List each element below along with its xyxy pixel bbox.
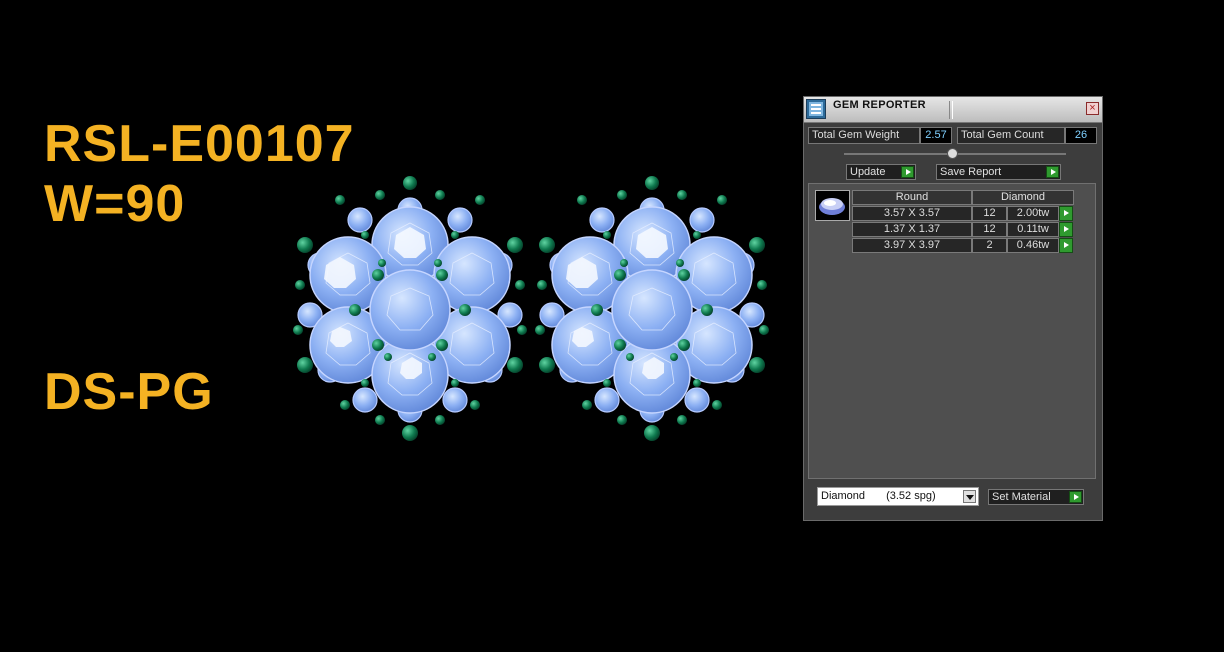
play-icon[interactable] <box>1059 206 1073 221</box>
play-icon[interactable] <box>1059 222 1073 237</box>
play-icon <box>1069 491 1082 503</box>
save-report-button[interactable]: Save Report <box>936 164 1061 180</box>
gem-count-cell: 12 <box>972 222 1007 237</box>
report-area: Round Diamond 3.57 X 3.57 12 2.00tw 1.37… <box>808 183 1096 479</box>
gem-size-cell: 3.57 X 3.57 <box>852 206 972 221</box>
panel-title: GEM REPORTER <box>833 99 926 111</box>
gem-weight-cell: 0.11tw <box>1007 222 1059 237</box>
gem-weight-cell: 0.46tw <box>1007 238 1059 253</box>
gem-size-cell: 1.37 X 1.37 <box>852 222 972 237</box>
3d-viewport[interactable] <box>290 170 790 450</box>
gem-size-cell: 3.97 X 3.97 <box>852 238 972 253</box>
design-type-label: DS-PG <box>44 363 214 421</box>
material-spg: (3.52 spg) <box>886 490 936 502</box>
column-header-material: Diamond <box>972 190 1074 205</box>
update-button[interactable]: Update <box>846 164 916 180</box>
total-gem-count-value: 26 <box>1065 127 1097 144</box>
play-icon <box>1046 166 1059 178</box>
total-gem-weight-label: Total Gem Weight <box>808 127 920 144</box>
splitter-handle[interactable] <box>947 148 958 159</box>
design-code-label: RSL-E00107 <box>44 115 355 173</box>
left-earring <box>292 175 528 442</box>
panel-titlebar[interactable]: GEM REPORTER × <box>804 97 1102 123</box>
set-material-button[interactable]: Set Material <box>988 489 1084 505</box>
column-header-shape: Round <box>852 190 972 205</box>
close-icon[interactable]: × <box>1086 102 1099 115</box>
gem-weight-cell: 2.00tw <box>1007 206 1059 221</box>
gem-thumbnail <box>815 190 850 221</box>
total-gem-count-label: Total Gem Count <box>957 127 1065 144</box>
play-icon[interactable] <box>1059 238 1073 253</box>
chevron-down-icon[interactable] <box>963 490 976 503</box>
set-material-label: Set Material <box>992 491 1051 503</box>
weight-label: W=90 <box>44 175 186 233</box>
gem-count-cell: 2 <box>972 238 1007 253</box>
total-gem-weight-value: 2.57 <box>920 127 952 144</box>
material-select[interactable]: Diamond (3.52 spg) <box>817 487 979 506</box>
gem-count-cell: 12 <box>972 206 1007 221</box>
save-report-button-label: Save Report <box>940 166 1002 178</box>
right-earring <box>534 175 770 442</box>
play-icon <box>901 166 914 178</box>
material-name: Diamond <box>821 490 866 502</box>
earring-render <box>292 175 770 442</box>
gem-reporter-icon <box>806 99 826 119</box>
gem-reporter-panel: GEM REPORTER × Total Gem Weight 2.57 Tot… <box>803 96 1103 521</box>
update-button-label: Update <box>850 166 886 178</box>
title-separator <box>949 101 953 119</box>
